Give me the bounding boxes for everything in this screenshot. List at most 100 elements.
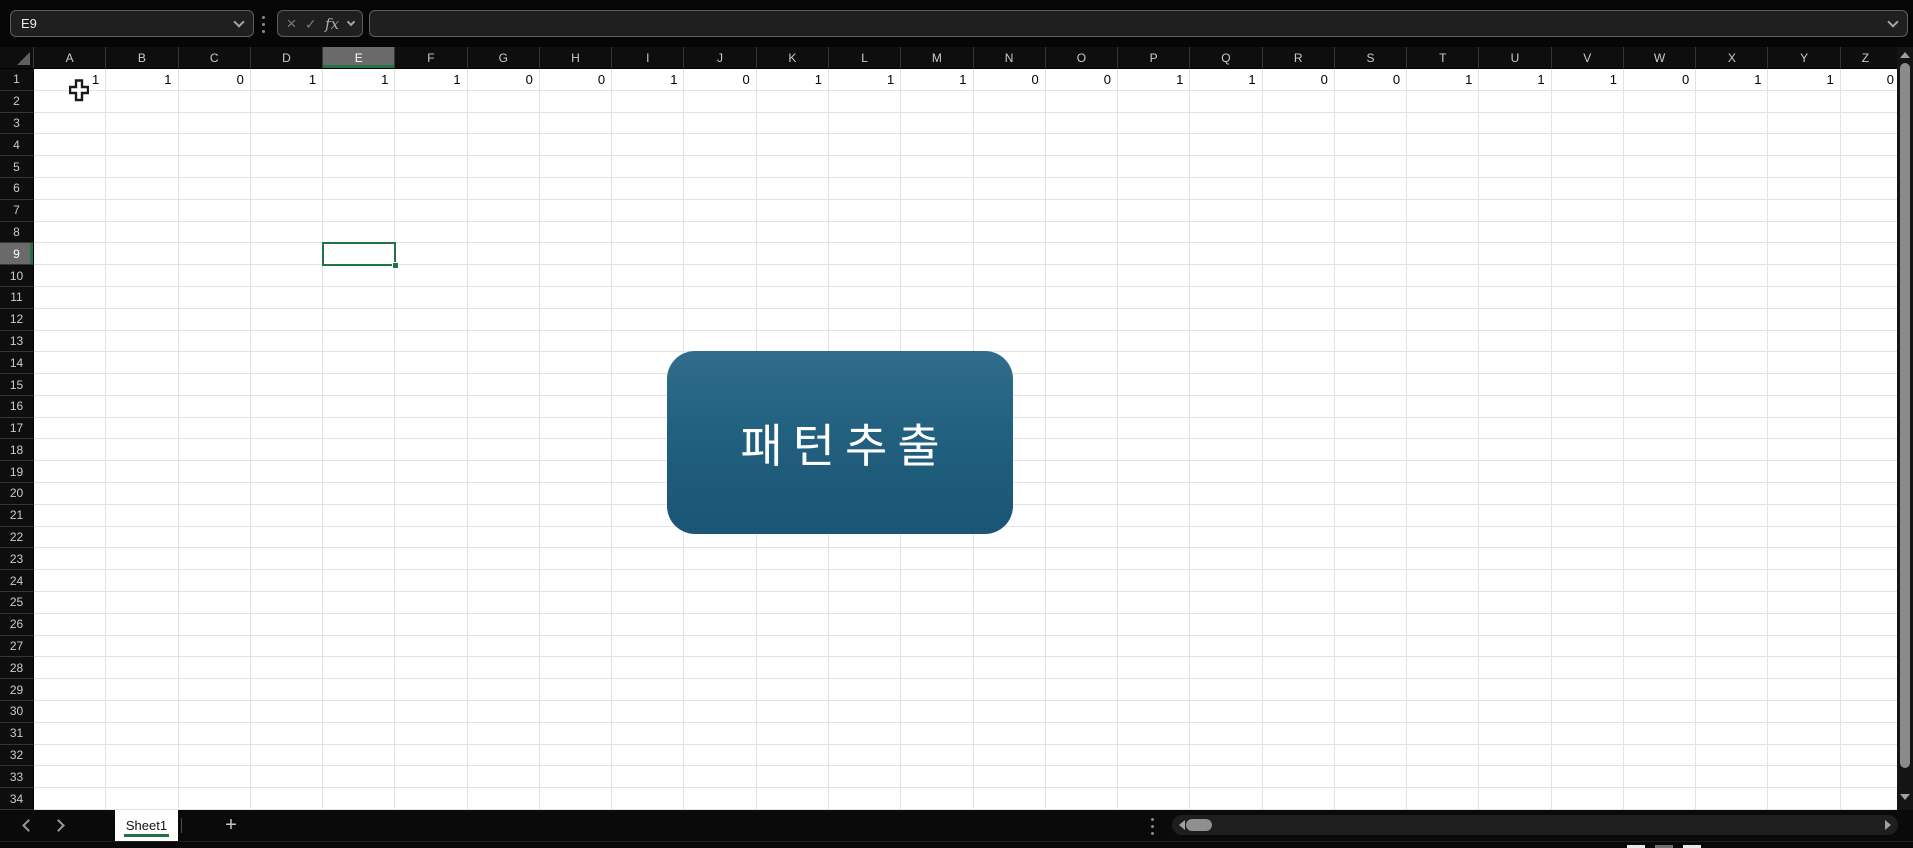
cell-X32[interactable] — [1696, 744, 1769, 767]
cell-M26[interactable] — [901, 613, 974, 636]
cell-D29[interactable] — [250, 679, 324, 702]
cell-B33[interactable] — [106, 766, 179, 789]
cell-P5[interactable] — [1118, 156, 1191, 178]
cell-X19[interactable] — [1696, 461, 1769, 484]
cell-B5[interactable] — [106, 156, 179, 178]
cell-C1[interactable]: 0 — [178, 69, 251, 91]
cell-B11[interactable] — [106, 286, 179, 309]
cell-J12[interactable] — [684, 308, 757, 331]
cell-I11[interactable] — [612, 286, 685, 309]
cell-H32[interactable] — [539, 744, 613, 767]
cell-T26[interactable] — [1407, 613, 1480, 636]
cell-U11[interactable] — [1479, 286, 1552, 309]
cell-G21[interactable] — [467, 504, 540, 527]
row-header-28[interactable]: 28 — [0, 657, 34, 680]
cell-X18[interactable] — [1696, 439, 1769, 462]
cell-C29[interactable] — [178, 679, 251, 702]
horizontal-scrollbar[interactable] — [1172, 815, 1898, 835]
cell-C7[interactable] — [178, 199, 251, 222]
cell-V4[interactable] — [1551, 134, 1624, 157]
cell-L26[interactable] — [828, 613, 902, 636]
cell-T33[interactable] — [1407, 766, 1480, 789]
cell-B28[interactable] — [106, 657, 179, 680]
row-header-24[interactable]: 24 — [0, 570, 34, 593]
cell-X20[interactable] — [1696, 483, 1769, 505]
cell-Q2[interactable] — [1190, 90, 1263, 113]
cell-H2[interactable] — [539, 90, 613, 113]
cell-F5[interactable] — [395, 156, 468, 178]
cell-N10[interactable] — [973, 265, 1046, 287]
cell-H18[interactable] — [539, 439, 613, 462]
cell-Y27[interactable] — [1768, 635, 1841, 658]
cell-O4[interactable] — [1045, 134, 1119, 157]
cell-E13[interactable] — [323, 330, 396, 353]
cell-U10[interactable] — [1479, 265, 1552, 287]
row-header-22[interactable]: 22 — [0, 526, 34, 549]
column-header-X[interactable]: X — [1696, 47, 1769, 69]
cell-T8[interactable] — [1407, 221, 1480, 244]
cell-H4[interactable] — [539, 134, 613, 157]
cell-Q27[interactable] — [1190, 635, 1263, 658]
cell-K26[interactable] — [756, 613, 829, 636]
cell-E18[interactable] — [323, 439, 396, 462]
cell-R30[interactable] — [1262, 701, 1335, 723]
cell-R6[interactable] — [1262, 177, 1335, 200]
cell-T14[interactable] — [1407, 352, 1480, 375]
cell-Y15[interactable] — [1768, 374, 1841, 396]
cell-O27[interactable] — [1045, 635, 1119, 658]
cell-C5[interactable] — [178, 156, 251, 178]
cell-D3[interactable] — [250, 112, 324, 135]
cell-E5[interactable] — [323, 156, 396, 178]
cell-U22[interactable] — [1479, 526, 1552, 549]
cell-T28[interactable] — [1407, 657, 1480, 680]
chevron-right-icon[interactable] — [52, 819, 65, 832]
cell-Y19[interactable] — [1768, 461, 1841, 484]
cell-C16[interactable] — [178, 395, 251, 418]
name-box[interactable]: E9 — [10, 10, 254, 37]
cell-P33[interactable] — [1118, 766, 1191, 789]
cell-G8[interactable] — [467, 221, 540, 244]
cell-T7[interactable] — [1407, 199, 1480, 222]
cell-X29[interactable] — [1696, 679, 1769, 702]
cell-A14[interactable] — [34, 352, 107, 375]
cell-P20[interactable] — [1118, 483, 1191, 505]
cell-M2[interactable] — [901, 90, 974, 113]
cell-R15[interactable] — [1262, 374, 1335, 396]
cell-V6[interactable] — [1551, 177, 1624, 200]
cell-H1[interactable]: 0 — [539, 69, 613, 91]
cell-F32[interactable] — [395, 744, 468, 767]
cell-G19[interactable] — [467, 461, 540, 484]
cell-X14[interactable] — [1696, 352, 1769, 375]
cell-A32[interactable] — [34, 744, 107, 767]
cell-L5[interactable] — [828, 156, 902, 178]
cell-N2[interactable] — [973, 90, 1046, 113]
cell-H29[interactable] — [539, 679, 613, 702]
cell-H34[interactable] — [539, 788, 613, 810]
cell-D17[interactable] — [250, 417, 324, 440]
cell-L28[interactable] — [828, 657, 902, 680]
cell-P1[interactable]: 1 — [1118, 69, 1191, 91]
cell-N5[interactable] — [973, 156, 1046, 178]
cell-T32[interactable] — [1407, 744, 1480, 767]
insert-function-icon[interactable]: fx — [325, 15, 339, 33]
cell-A4[interactable] — [34, 134, 107, 157]
cell-E1[interactable]: 1 — [323, 69, 396, 91]
cell-L30[interactable] — [828, 701, 902, 723]
cell-O16[interactable] — [1045, 395, 1119, 418]
cell-X13[interactable] — [1696, 330, 1769, 353]
cell-S20[interactable] — [1334, 483, 1408, 505]
cell-W3[interactable] — [1623, 112, 1697, 135]
row-header-8[interactable]: 8 — [0, 221, 34, 244]
cell-F7[interactable] — [395, 199, 468, 222]
cell-Y21[interactable] — [1768, 504, 1841, 527]
cell-E29[interactable] — [323, 679, 396, 702]
cell-V5[interactable] — [1551, 156, 1624, 178]
cell-E16[interactable] — [323, 395, 396, 418]
cell-G29[interactable] — [467, 679, 540, 702]
cell-O17[interactable] — [1045, 417, 1119, 440]
cell-S3[interactable] — [1334, 112, 1408, 135]
cell-H19[interactable] — [539, 461, 613, 484]
cell-N28[interactable] — [973, 657, 1046, 680]
cell-Q26[interactable] — [1190, 613, 1263, 636]
cell-O21[interactable] — [1045, 504, 1119, 527]
